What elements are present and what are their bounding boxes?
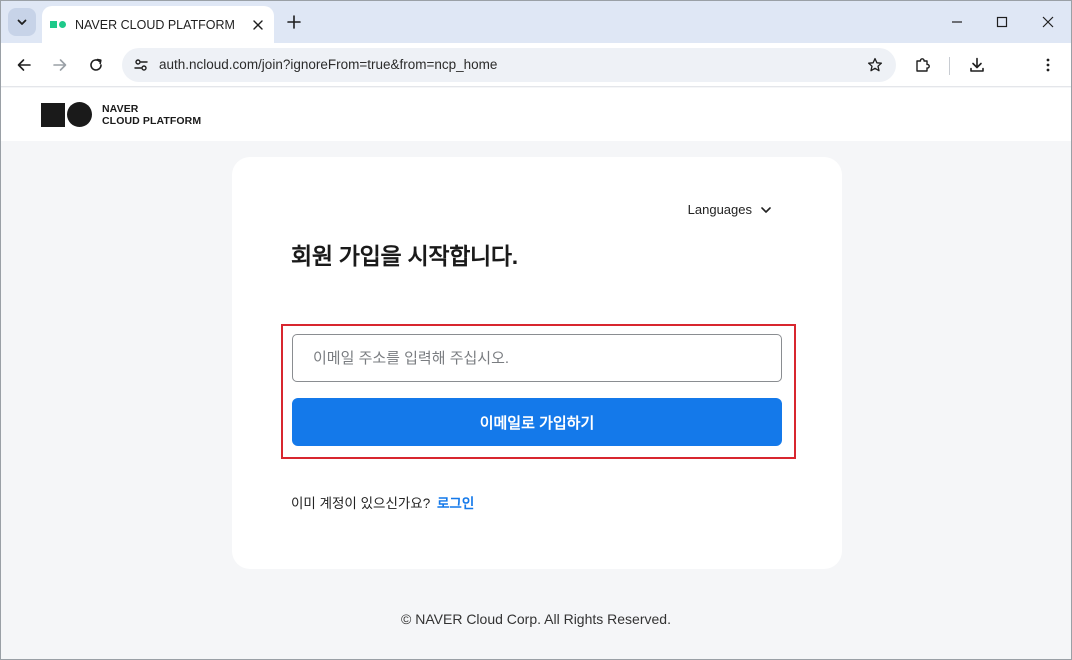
close-icon — [1042, 16, 1054, 28]
downloads-button[interactable] — [963, 51, 991, 79]
email-input[interactable] — [292, 334, 782, 382]
signup-card: Languages 회원 가입을 시작합니다. 이메일로 가입하기 이미 계정이… — [232, 157, 842, 569]
puzzle-icon — [916, 58, 930, 72]
title-bar: NAVER CLOUD PLATFORM — [1, 1, 1071, 43]
login-row: 이미 계정이 있으신가요? 로그인 — [291, 492, 474, 512]
maximize-icon — [996, 16, 1008, 28]
join-with-email-button[interactable]: 이메일로 가입하기 — [292, 398, 782, 446]
browser-window: NAVER CLOUD PLATFORM auth.ncloud.com/joi… — [0, 0, 1072, 660]
download-icon — [970, 57, 984, 72]
tab-title: NAVER CLOUD PLATFORM — [75, 17, 235, 32]
site-info-button[interactable] — [128, 52, 154, 78]
minimize-icon — [952, 21, 962, 23]
toolbar-divider — [949, 57, 950, 75]
maximize-button[interactable] — [989, 9, 1015, 35]
naver-cloud-favicon-icon — [50, 20, 66, 30]
logo-line-1: NAVER — [102, 102, 139, 115]
tab-close-button[interactable] — [248, 15, 268, 35]
minimize-button[interactable] — [944, 9, 970, 35]
logo-text: NAVER CLOUD PLATFORM — [102, 103, 201, 127]
close-icon — [253, 19, 263, 30]
url-text[interactable]: auth.ncloud.com/join?ignoreFrom=true&fro… — [159, 57, 497, 72]
tab-search-button[interactable] — [8, 8, 36, 36]
close-window-button[interactable] — [1035, 9, 1061, 35]
language-label: Languages — [687, 202, 752, 217]
extensions-button[interactable] — [909, 51, 937, 79]
tune-icon — [134, 59, 148, 71]
login-link[interactable]: 로그인 — [437, 496, 474, 511]
naver-cloud-logo[interactable]: NAVER CLOUD PLATFORM — [41, 102, 201, 127]
bookmark-button[interactable] — [862, 52, 888, 78]
site-header: NAVER CLOUD PLATFORM — [1, 88, 1071, 141]
language-selector[interactable]: Languages — [688, 202, 772, 217]
logo-square-icon — [41, 102, 65, 127]
logo-line-2: CLOUD PLATFORM — [102, 114, 202, 127]
plus-icon — [287, 15, 301, 29]
back-button[interactable] — [10, 51, 38, 79]
login-prompt: 이미 계정이 있으신가요? — [291, 496, 431, 511]
browser-menu-button[interactable] — [1034, 51, 1062, 79]
star-icon — [867, 57, 883, 72]
new-tab-button[interactable] — [283, 11, 305, 33]
browser-tab-active[interactable]: NAVER CLOUD PLATFORM — [42, 6, 274, 43]
reload-button[interactable] — [82, 51, 110, 79]
chevron-down-icon — [17, 19, 27, 25]
footer-copyright: © NAVER Cloud Corp. All Rights Reserved. — [401, 611, 671, 627]
page-title: 회원 가입을 시작합니다. — [291, 243, 518, 269]
browser-toolbar: auth.ncloud.com/join?ignoreFrom=true&fro… — [1, 43, 1071, 87]
more-vertical-icon — [1046, 58, 1050, 72]
chevron-down-icon — [761, 206, 771, 213]
arrow-right-icon — [53, 59, 67, 71]
address-bar[interactable]: auth.ncloud.com/join?ignoreFrom=true&fro… — [122, 48, 896, 82]
arrow-left-icon — [17, 59, 31, 71]
logo-circle-icon — [67, 102, 92, 127]
reload-icon — [90, 58, 102, 71]
forward-button[interactable] — [46, 51, 74, 79]
